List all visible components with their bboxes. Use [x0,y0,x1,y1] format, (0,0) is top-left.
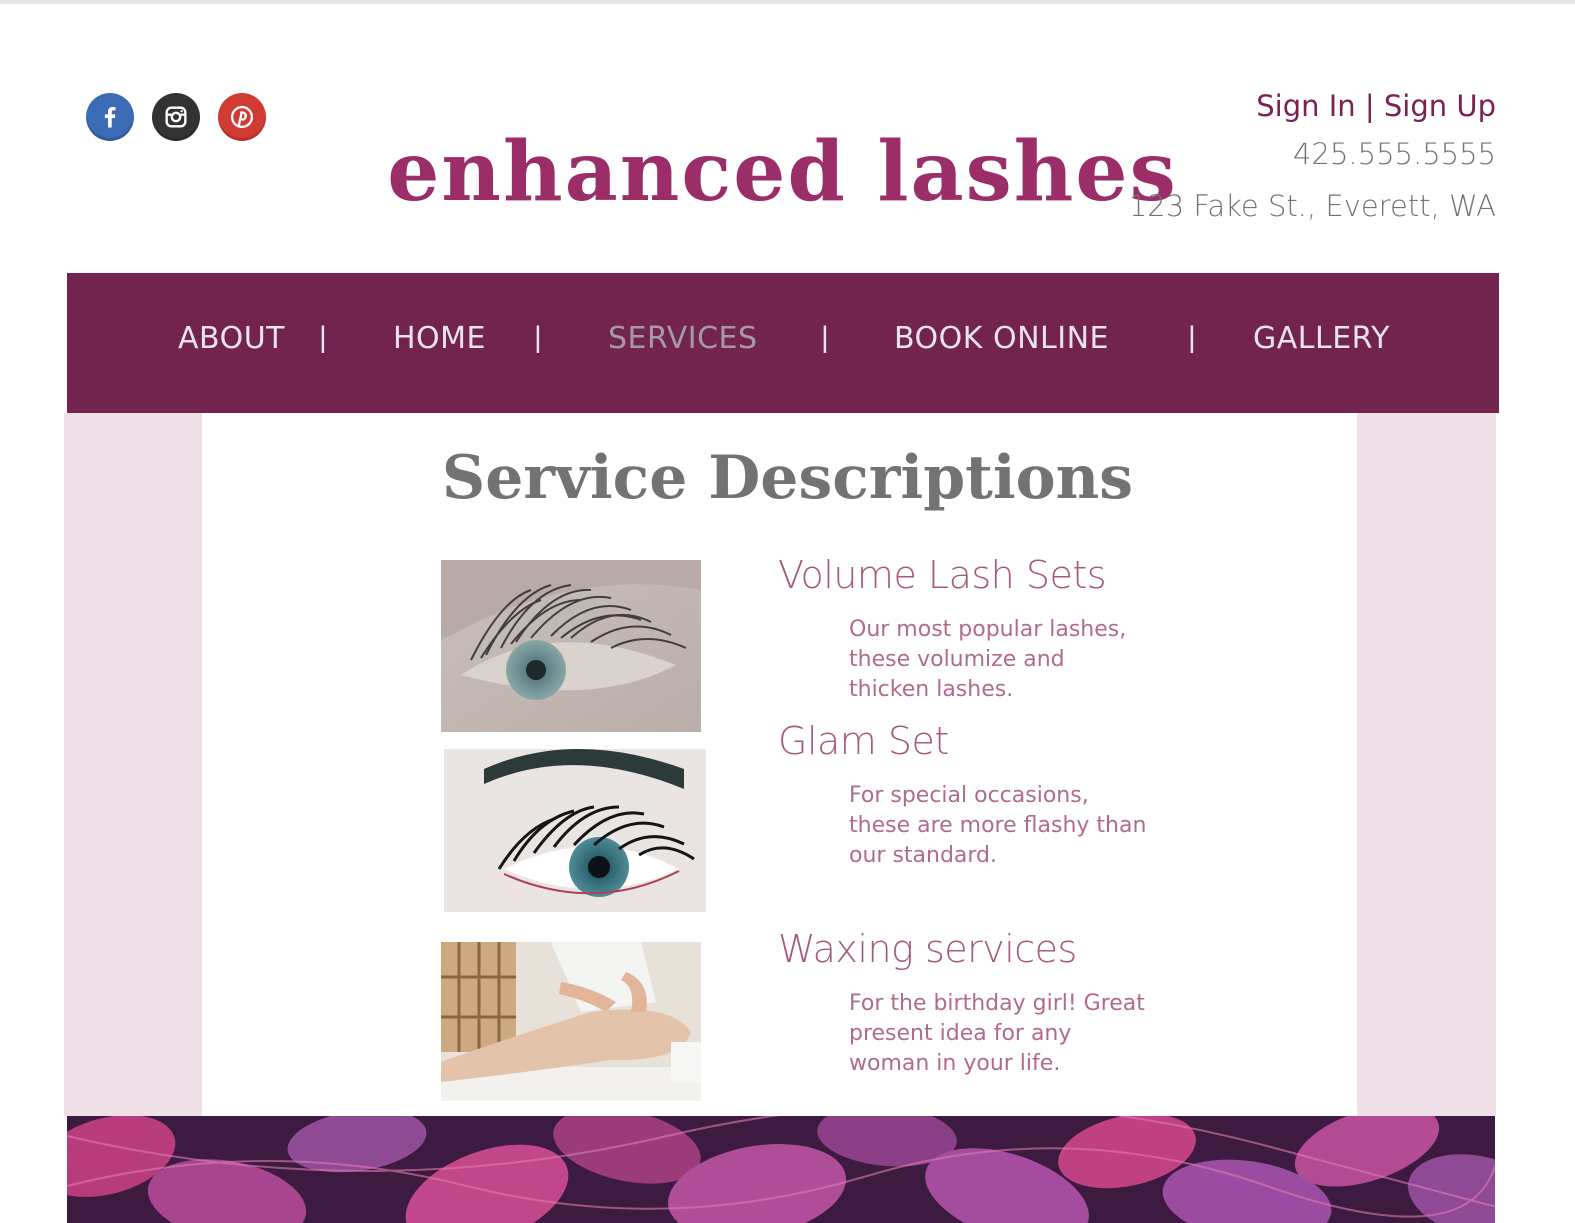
nav-separator: | [319,321,327,354]
service-desc-waxing: For the birthday girl! Great present ide… [849,991,1145,1076]
waxing-photo [441,942,701,1101]
glam-set-photo [444,749,706,912]
right-side-panel [1357,413,1496,1116]
volume-lash-photo [441,560,701,732]
auth-links: Sign In | Sign Up [1129,84,1496,128]
sign-in-link[interactable]: Sign In [1256,89,1355,123]
phone-number: 425.555.5555 [1293,137,1496,171]
address: 123 Fake St., Everett, WA [1128,189,1496,223]
nav-home[interactable]: HOME [393,321,486,356]
footer-leaf-banner [67,1116,1495,1223]
nav-separator: | [821,321,829,354]
main-nav: ABOUT | HOME | SERVICES | BOOK ONLINE | … [67,273,1499,413]
nav-separator: | [534,321,542,354]
service-desc-glam: For special occasions, these are more fl… [849,783,1147,868]
nav-about[interactable]: ABOUT [178,321,285,356]
nav-services[interactable]: SERVICES [608,321,758,356]
content-area [202,413,1357,1116]
nav-separator: | [1188,321,1196,354]
service-title-waxing: Waxing services [778,927,1077,971]
contact-block: Sign In | Sign Up 425.555.5555 123 Fake … [1129,84,1496,232]
left-side-panel [64,413,202,1116]
service-title-glam: Glam Set [778,719,949,763]
sign-up-link[interactable]: Sign Up [1384,89,1496,123]
top-border [0,0,1575,4]
service-desc-volume: Our most popular lashes, these volumize … [849,617,1127,702]
service-title-volume: Volume Lash Sets [778,553,1107,597]
nav-book-online[interactable]: BOOK ONLINE [894,321,1109,356]
auth-separator: | [1355,89,1384,123]
nav-gallery[interactable]: GALLERY [1253,321,1390,356]
page-title: Service Descriptions [441,443,1134,513]
